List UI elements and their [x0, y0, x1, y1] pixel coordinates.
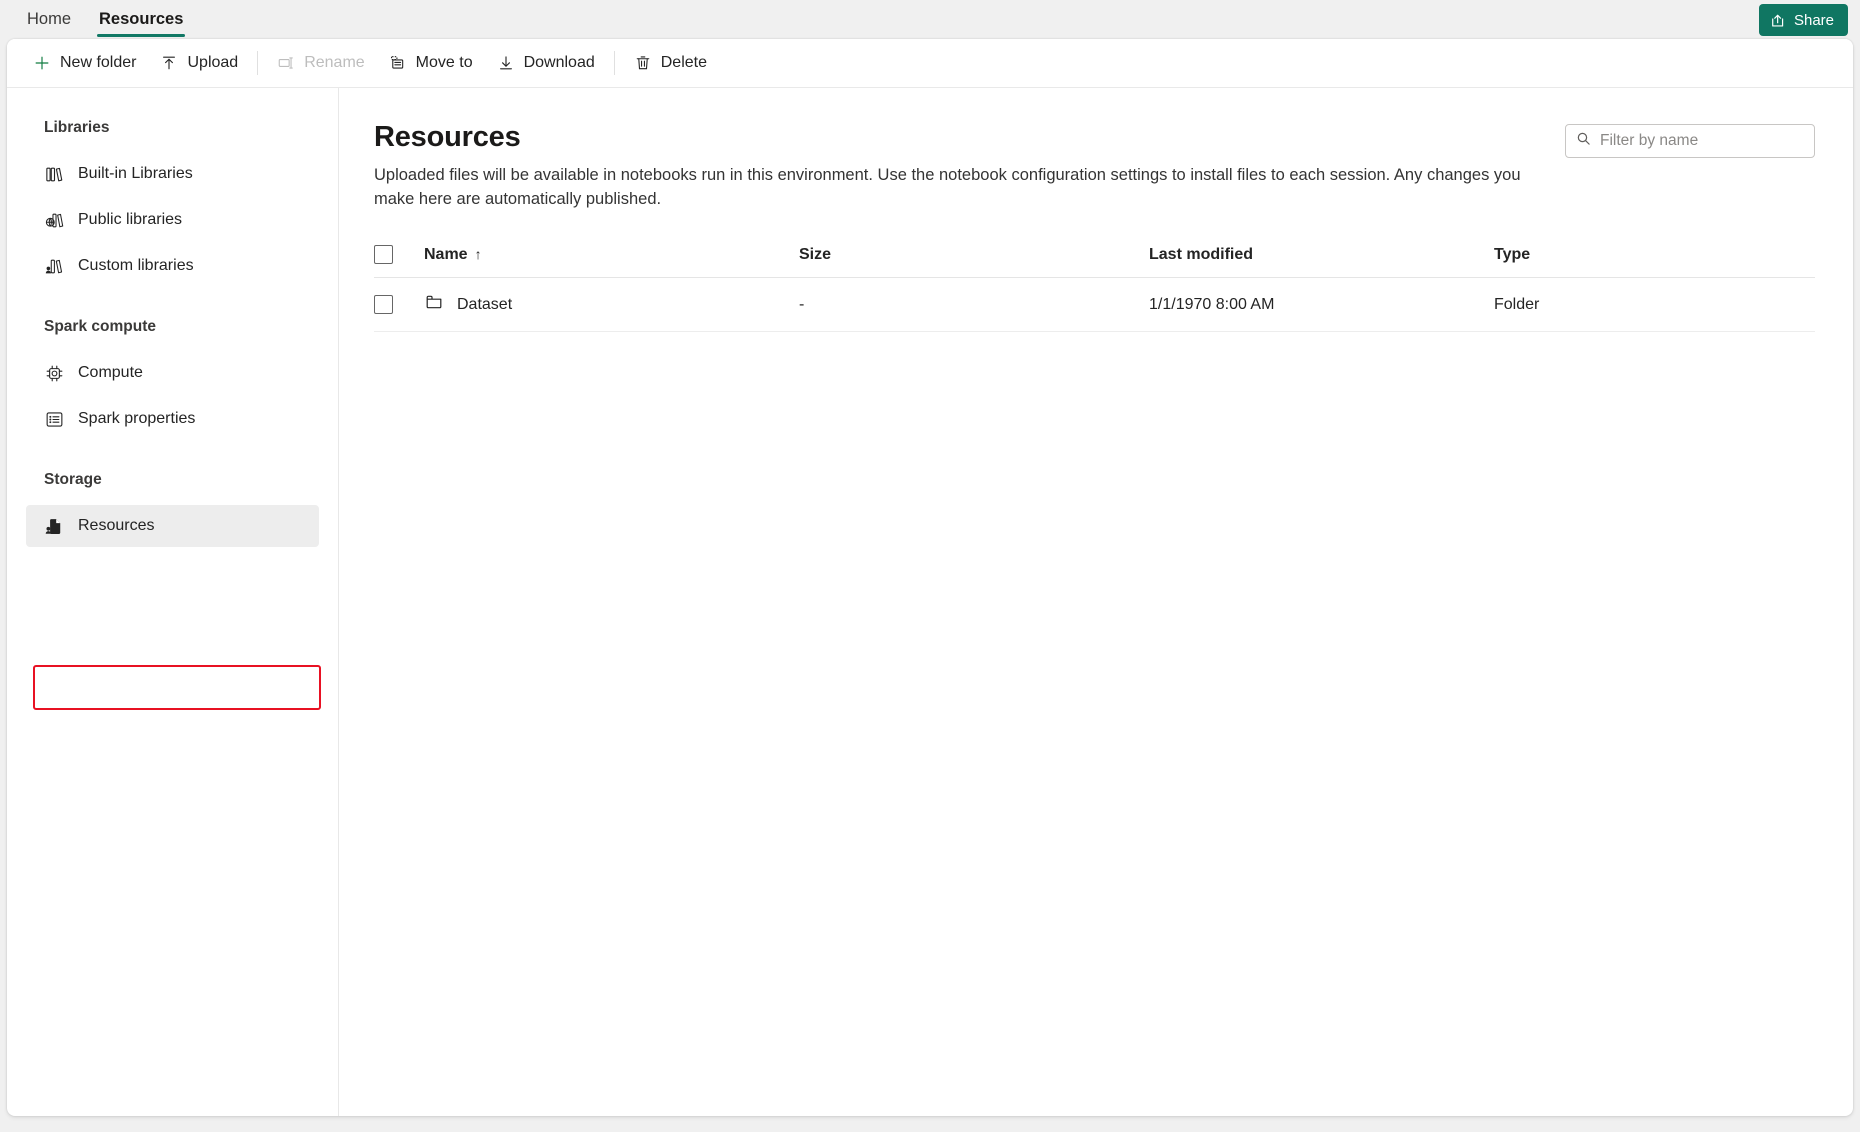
- tab-home-label: Home: [27, 10, 72, 28]
- download-button[interactable]: Download: [485, 45, 607, 82]
- globe-books-icon: [44, 210, 65, 231]
- row-checkbox[interactable]: [374, 295, 393, 315]
- row-size-cell: -: [799, 277, 1149, 333]
- download-label: Download: [523, 54, 595, 71]
- command-bar: New folder Upload Rename Move to Downloa…: [7, 39, 1853, 88]
- sidebar-item-public-libraries[interactable]: Public libraries: [26, 199, 319, 241]
- books-icon: [44, 164, 65, 185]
- app-card: New folder Upload Rename Move to Downloa…: [7, 39, 1853, 1116]
- delete-label: Delete: [660, 54, 707, 71]
- cpu-chip-icon: [44, 363, 65, 384]
- trash-icon: [634, 54, 652, 72]
- sidebar-label: Built-in Libraries: [78, 165, 193, 182]
- rename-label: Rename: [304, 54, 365, 71]
- column-header-type[interactable]: Type: [1494, 245, 1815, 279]
- rename-icon: [277, 54, 295, 72]
- plus-icon: [33, 54, 51, 72]
- upload-icon: [160, 54, 178, 72]
- column-header-last-modified[interactable]: Last modified: [1149, 245, 1494, 279]
- list-settings-icon: [44, 409, 65, 430]
- person-books-icon: [44, 256, 65, 277]
- share-label: Share: [1793, 11, 1834, 29]
- move-to-button[interactable]: Move to: [377, 45, 485, 82]
- sort-ascending-icon: ↑: [474, 245, 482, 262]
- column-header-name-label: Name: [424, 245, 468, 263]
- content-header: Resources Uploaded files will be availab…: [374, 121, 1815, 211]
- column-header-size[interactable]: Size: [799, 245, 1149, 279]
- column-header-last-modified-label: Last modified: [1149, 245, 1254, 263]
- search-icon: [1576, 131, 1591, 151]
- table-header-row: Name ↑ Size Last modified Type: [374, 245, 1815, 279]
- filter-by-name-box[interactable]: [1565, 124, 1815, 158]
- resources-table: Name ↑ Size Last modified Type Dataset -…: [374, 245, 1815, 333]
- sidebar-item-resources[interactable]: Resources: [26, 505, 319, 547]
- column-header-size-label: Size: [799, 245, 832, 263]
- new-folder-label: New folder: [60, 54, 137, 71]
- title-block: Resources Uploaded files will be availab…: [374, 121, 1541, 211]
- tab-strip: Home Resources Share: [0, 0, 1860, 39]
- delete-button[interactable]: Delete: [622, 45, 719, 82]
- row-type-cell: Folder: [1494, 277, 1815, 333]
- column-header-name[interactable]: Name ↑: [424, 245, 799, 279]
- row-select-cell: [374, 277, 424, 333]
- sidebar-label: Public libraries: [78, 211, 183, 228]
- sidebar-label: Resources: [78, 517, 155, 534]
- folder-icon: [424, 292, 444, 317]
- move-to-label: Move to: [415, 54, 473, 71]
- upload-button[interactable]: Upload: [148, 45, 250, 82]
- nav-group-spark-compute: Spark compute Compute Spark properties: [7, 318, 338, 440]
- sidebar-item-compute[interactable]: Compute: [26, 352, 319, 394]
- filter-input[interactable]: [1600, 132, 1804, 150]
- page-title: Resources: [374, 121, 521, 153]
- nav-group-libraries: Libraries Built-in Libraries Public libr…: [7, 119, 338, 287]
- select-all-header: [374, 245, 424, 279]
- app-body: Libraries Built-in Libraries Public libr…: [7, 88, 1853, 1116]
- tab-resources[interactable]: Resources: [85, 0, 197, 39]
- column-header-type-label: Type: [1494, 245, 1531, 263]
- tab-home[interactable]: Home: [13, 0, 85, 39]
- sidebar-label: Spark properties: [78, 410, 196, 427]
- sidebar-item-built-in-libraries[interactable]: Built-in Libraries: [26, 153, 319, 195]
- nav-group-title-spark-compute: Spark compute: [44, 318, 156, 335]
- resources-file-icon: [44, 516, 65, 537]
- sidebar-item-custom-libraries[interactable]: Custom libraries: [26, 245, 319, 287]
- tab-resources-label: Resources: [99, 10, 184, 28]
- sidebar: Libraries Built-in Libraries Public libr…: [7, 88, 339, 1116]
- sidebar-item-spark-properties[interactable]: Spark properties: [26, 398, 319, 440]
- download-icon: [497, 54, 515, 72]
- select-all-checkbox[interactable]: [374, 245, 393, 265]
- share-icon: [1770, 12, 1787, 29]
- nav-group-title-storage: Storage: [44, 471, 102, 488]
- annotation-highlight-resources: [33, 665, 321, 710]
- table-row[interactable]: Dataset - 1/1/1970 8:00 AM Folder: [374, 277, 1815, 333]
- share-button[interactable]: Share: [1758, 4, 1848, 36]
- move-to-icon: [389, 54, 407, 72]
- row-name-label[interactable]: Dataset: [457, 296, 512, 314]
- sidebar-label: Custom libraries: [78, 257, 194, 274]
- rename-button[interactable]: Rename: [265, 45, 376, 82]
- nav-group-title-libraries: Libraries: [44, 119, 110, 136]
- sidebar-label: Compute: [78, 364, 143, 381]
- toolbar-divider-1: [257, 51, 259, 75]
- row-name-cell: Dataset: [424, 277, 799, 333]
- content-pane: Resources Uploaded files will be availab…: [339, 88, 1853, 1116]
- row-last-modified-cell: 1/1/1970 8:00 AM: [1149, 277, 1494, 333]
- toolbar-divider-2: [613, 51, 615, 75]
- new-folder-button[interactable]: New folder: [21, 45, 148, 82]
- upload-label: Upload: [187, 54, 239, 71]
- page-description: Uploaded files will be available in note…: [374, 166, 1521, 208]
- nav-group-storage: Storage Resources: [7, 471, 338, 547]
